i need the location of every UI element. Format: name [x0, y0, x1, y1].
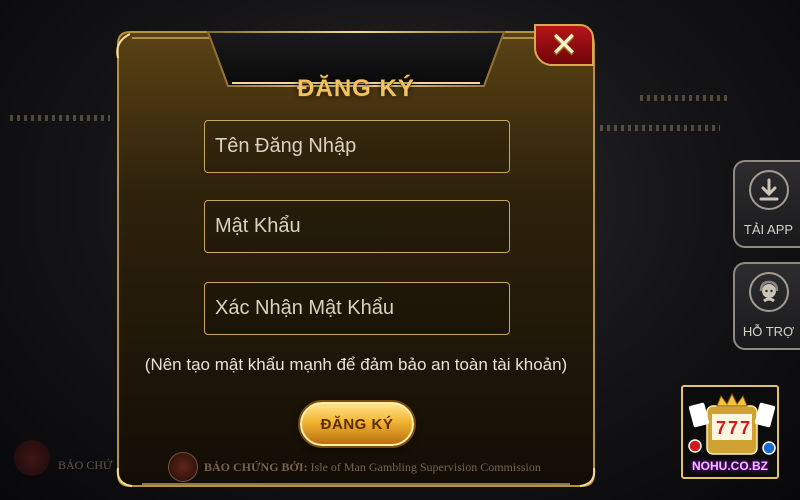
download-icon	[749, 170, 789, 210]
support-button[interactable]: HỖ TRỢ	[733, 262, 800, 350]
register-button-label: ĐĂNG KÝ	[320, 415, 394, 433]
close-button[interactable]: ✕	[534, 24, 594, 66]
slot-machine-icon: 7 7 7	[688, 392, 776, 455]
username-input[interactable]	[215, 135, 509, 158]
promo-badge[interactable]: 7 7 7 NOHU.CO.BZ	[681, 385, 779, 479]
password-input[interactable]	[215, 215, 509, 238]
background-seal-icon	[14, 440, 50, 476]
download-app-label: TẢI APP	[743, 222, 794, 237]
license-seal-icon	[168, 452, 198, 482]
promo-label: NOHU.CO.BZ	[692, 459, 768, 473]
background-light-strip	[10, 115, 110, 121]
background-light-strip	[600, 125, 720, 131]
download-app-button[interactable]: TẢI APP	[733, 160, 800, 248]
register-button[interactable]: ĐĂNG KÝ	[300, 402, 414, 446]
license-credit-text: BẢO CHỨNG BỞI: Isle of Man Gambling Supe…	[204, 460, 541, 475]
register-dialog: ĐĂNG KÝ ✕ (Nên tạo mật khẩu mạnh để đảm …	[112, 24, 600, 490]
close-icon: ✕	[549, 26, 579, 64]
license-credit-prefix: BẢO CHỨNG BỞI:	[204, 459, 308, 474]
background-credit-text: BẢO CHỨ	[58, 458, 113, 472]
license-credit: BẢO CHỨNG BỞI: Isle of Man Gambling Supe…	[168, 452, 541, 482]
background-light-strip	[640, 95, 730, 101]
svg-text:7: 7	[716, 418, 726, 438]
dialog-title: ĐĂNG KÝ	[297, 75, 415, 102]
support-label: HỖ TRỢ	[742, 324, 795, 339]
username-field-box[interactable]	[204, 120, 510, 173]
confirm-password-input[interactable]	[215, 297, 509, 320]
svg-text:7: 7	[728, 418, 738, 438]
svg-text:7: 7	[740, 418, 750, 438]
confirm-password-field-box[interactable]	[204, 282, 510, 335]
password-hint: (Nên tạo mật khẩu mạnh để đảm bảo an toà…	[144, 355, 568, 374]
license-credit-body: Isle of Man Gambling Supervision Commiss…	[307, 459, 541, 474]
support-agent-icon	[749, 272, 789, 312]
password-field-box[interactable]	[204, 200, 510, 253]
